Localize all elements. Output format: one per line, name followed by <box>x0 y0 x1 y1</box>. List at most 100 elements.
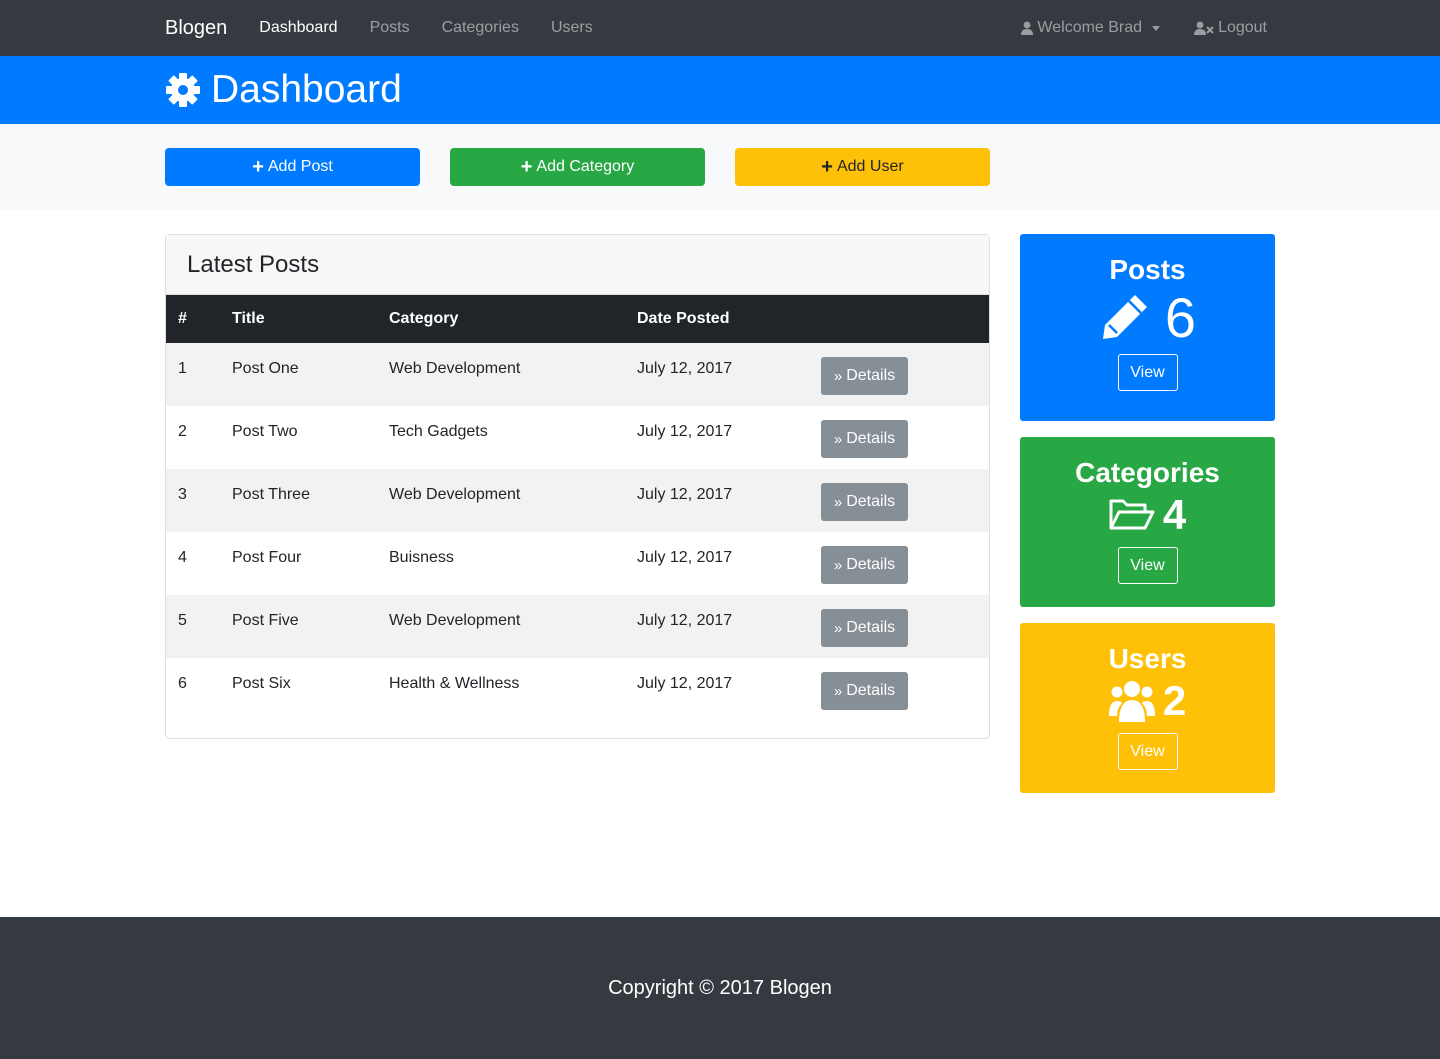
users-stat-label: Users <box>1108 643 1187 674</box>
add-category-button[interactable]: + Add Category <box>450 148 705 186</box>
cell-date: July 12, 2017 <box>637 360 733 377</box>
cell-category: Web Development <box>389 612 521 629</box>
cell-num: 5 <box>178 612 187 629</box>
cell-title: Post Four <box>232 549 302 566</box>
user-icon <box>1021 21 1034 35</box>
nav-link-posts[interactable]: Posts <box>370 19 410 37</box>
cell-date: July 12, 2017 <box>637 612 733 629</box>
cog-icon <box>166 73 200 107</box>
table-row: 6 Post Six Health & Wellness July 12, 20… <box>166 658 989 721</box>
add-post-button[interactable]: + Add Post <box>165 148 420 186</box>
add-category-label: Add Category <box>536 158 635 175</box>
table-row: 4 Post Four Buisness July 12, 2017 » Deta… <box>166 532 989 595</box>
cell-date: July 12, 2017 <box>637 549 733 566</box>
cell-title: Post Five <box>232 612 299 629</box>
categories-view-button[interactable]: View <box>1117 547 1178 584</box>
nav-link-dashboard[interactable]: Dashboard <box>259 19 337 37</box>
user-times-icon <box>1194 21 1214 35</box>
details-button[interactable]: » Details <box>821 420 908 458</box>
cell-category: Tech Gadgets <box>389 423 488 440</box>
welcome-dropdown[interactable]: Welcome Brad <box>1021 19 1161 37</box>
plus-icon: + <box>252 156 264 178</box>
folder-open-icon <box>1109 499 1155 530</box>
angle-double-right-icon: » <box>833 619 843 637</box>
details-button[interactable]: » Details <box>821 546 908 584</box>
page-title: Dashboard <box>165 68 402 112</box>
welcome-label: Welcome Brad <box>1037 19 1143 36</box>
cell-date: July 12, 2017 <box>637 423 733 440</box>
cell-title: Post Two <box>232 423 298 440</box>
cell-category: Web Development <box>389 360 521 377</box>
details-label: Details <box>846 619 896 636</box>
column-header-actions <box>809 295 989 343</box>
cell-num: 3 <box>178 486 187 503</box>
angle-double-right-icon: » <box>833 556 843 574</box>
posts-view-button[interactable]: View <box>1117 354 1178 391</box>
latest-posts-title: Latest Posts <box>187 250 320 278</box>
users-stat-count: 2 <box>1162 677 1187 724</box>
cell-title: Post Three <box>232 486 310 503</box>
actions-bar: + Add Post + Add Category + Add User <box>0 124 1440 210</box>
users-icon <box>1108 681 1155 722</box>
page-title-text: Dashboard <box>211 68 402 111</box>
cell-title: Post Six <box>232 675 291 692</box>
add-user-button[interactable]: + Add User <box>735 148 990 186</box>
logout-link[interactable]: Logout <box>1194 19 1267 37</box>
categories-stat-card: Categories 4 View <box>1020 437 1275 607</box>
users-stat-card: Users 2 View <box>1020 623 1275 793</box>
details-button[interactable]: » Details <box>821 609 908 647</box>
posts-stat-card: Posts 6 View <box>1020 234 1275 421</box>
add-user-label: Add User <box>836 158 904 175</box>
details-label: Details <box>846 493 896 510</box>
table-row: 1 Post One Web Development July 12, 2017… <box>166 343 989 406</box>
categories-stat-count: 4 <box>1162 491 1187 538</box>
table-row: 3 Post Three Web Development July 12, 20… <box>166 469 989 532</box>
brand-logo[interactable]: Blogen <box>165 17 227 40</box>
page-header: Dashboard <box>0 56 1440 124</box>
table-header-row: # Title Category Date Posted <box>166 295 989 343</box>
cell-date: July 12, 2017 <box>637 675 733 692</box>
details-button[interactable]: » Details <box>821 357 908 395</box>
column-header-date: Date Posted <box>637 310 730 327</box>
column-header-num: # <box>178 310 187 327</box>
stats-column: Posts 6 View Categories 4 View Users 2 V… <box>1020 234 1275 809</box>
main-content: Latest Posts # Title Category Date Poste… <box>165 234 1275 809</box>
details-label: Details <box>846 682 896 699</box>
footer: Copyright © 2017 Blogen <box>0 917 1440 1059</box>
cell-num: 4 <box>178 549 187 566</box>
angle-double-right-icon: » <box>833 367 843 385</box>
plus-icon: + <box>520 156 533 178</box>
details-label: Details <box>846 556 896 573</box>
cell-title: Post One <box>232 360 299 377</box>
cell-category: Health & Wellness <box>389 675 520 692</box>
logout-label: Logout <box>1218 19 1267 36</box>
posts-stat-label: Posts <box>1109 254 1186 285</box>
cell-date: July 12, 2017 <box>637 486 733 503</box>
column-header-title: Title <box>232 310 265 327</box>
table-row: 5 Post Five Web Development July 12, 201… <box>166 595 989 658</box>
details-button[interactable]: » Details <box>821 672 908 710</box>
latest-posts-header: Latest Posts <box>166 235 989 295</box>
pencil-icon <box>1102 295 1147 339</box>
angle-double-right-icon: » <box>833 682 843 700</box>
angle-double-right-icon: » <box>833 493 843 511</box>
plus-icon: + <box>821 156 833 178</box>
details-label: Details <box>846 430 896 447</box>
categories-stat-label: Categories <box>1075 457 1220 488</box>
latest-posts-card: Latest Posts # Title Category Date Poste… <box>165 234 990 739</box>
posts-stat-count: 6 <box>1164 285 1197 349</box>
nav-link-users[interactable]: Users <box>551 19 593 37</box>
users-view-button[interactable]: View <box>1117 733 1178 770</box>
add-post-label: Add Post <box>267 158 333 175</box>
cell-category: Buisness <box>389 549 454 566</box>
navbar: Blogen Dashboard Posts Categories Users … <box>0 0 1440 56</box>
details-button[interactable]: » Details <box>821 483 908 521</box>
angle-double-right-icon: » <box>833 430 843 448</box>
posts-table: # Title Category Date Posted 1 Post One … <box>166 295 989 721</box>
cell-num: 2 <box>178 423 187 440</box>
cell-num: 1 <box>178 360 187 377</box>
caret-down-icon <box>1152 25 1161 31</box>
column-header-category: Category <box>389 310 459 327</box>
details-label: Details <box>846 367 896 384</box>
nav-link-categories[interactable]: Categories <box>442 19 519 37</box>
